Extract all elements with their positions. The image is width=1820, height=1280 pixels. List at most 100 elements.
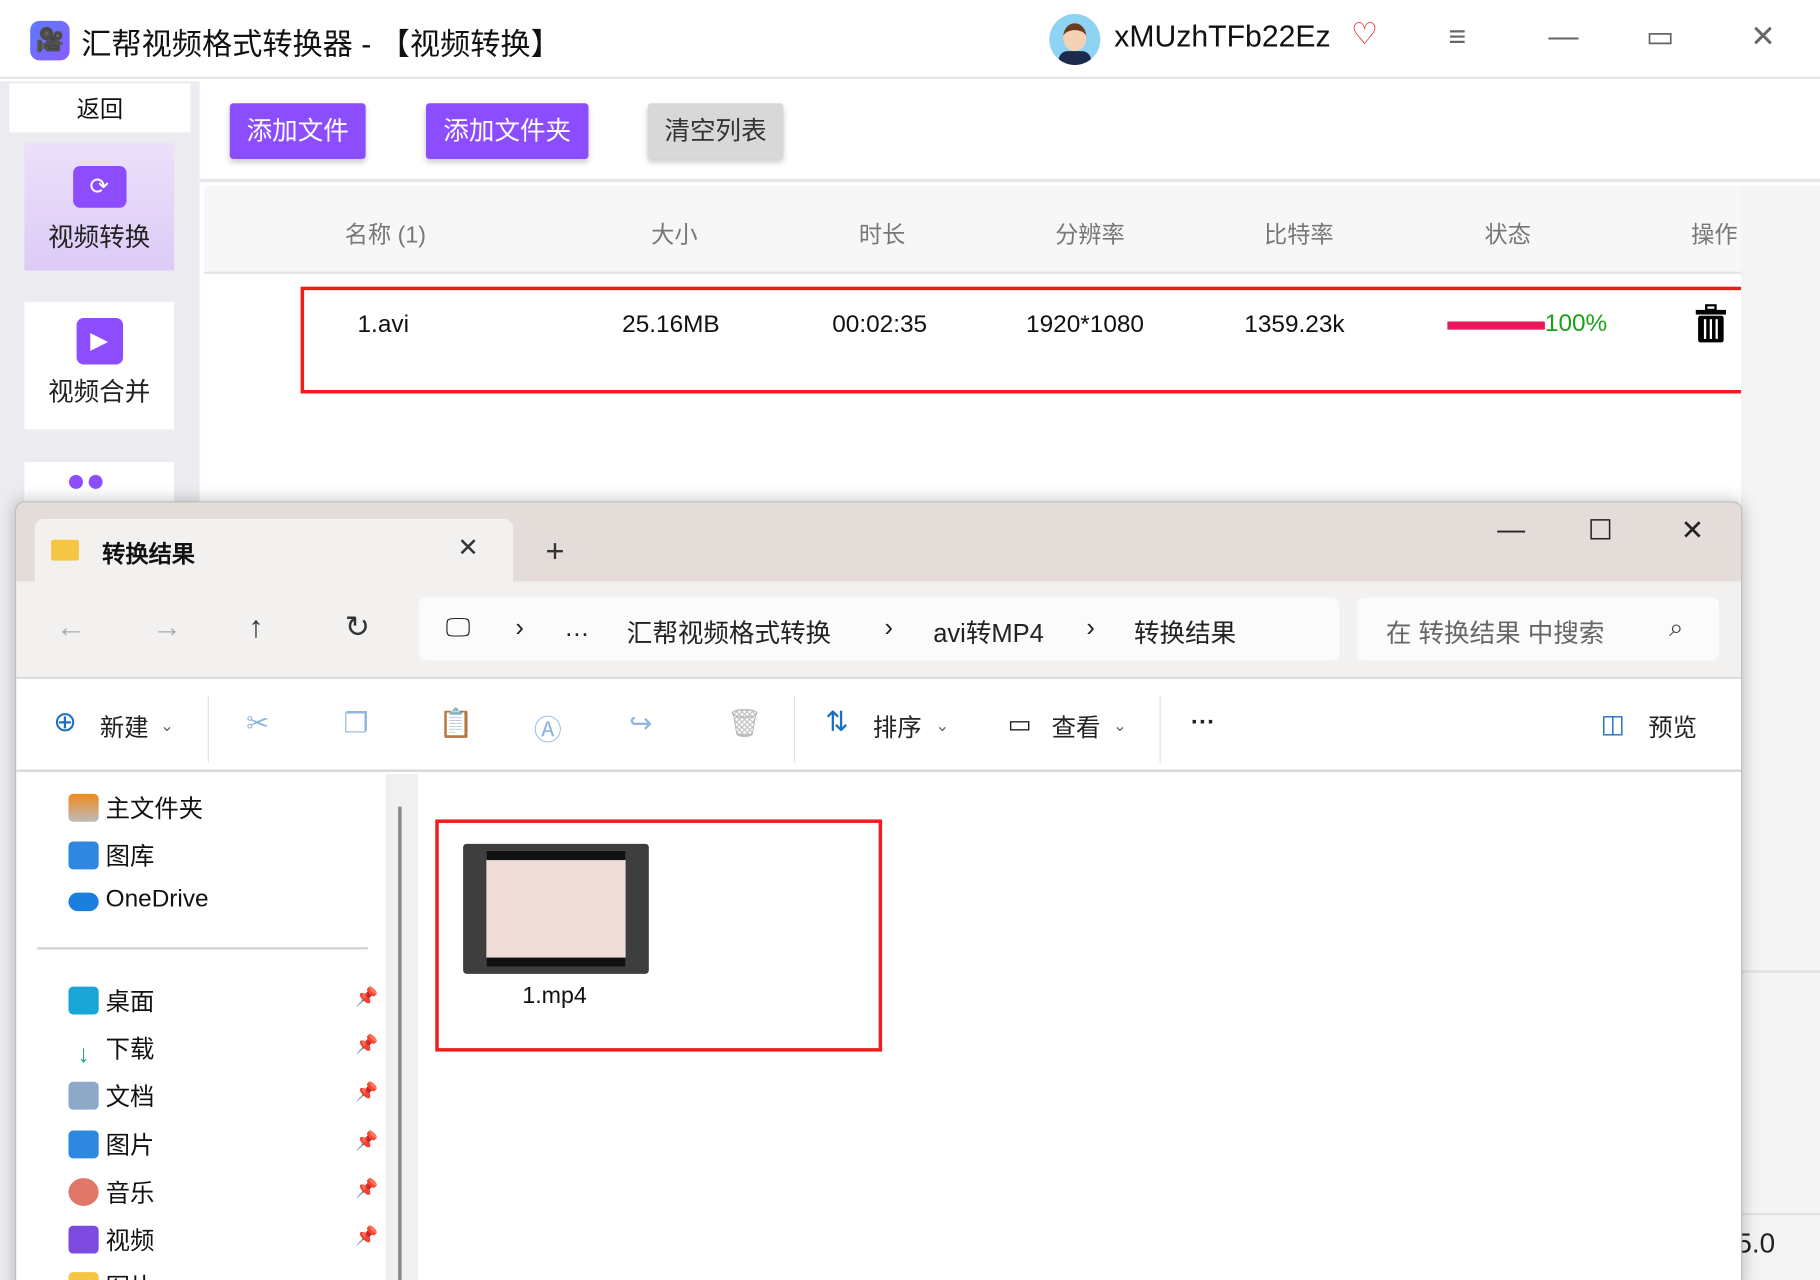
vip-badge-icon[interactable]: ♡ <box>1351 16 1378 52</box>
view-icon: ▭ <box>1007 709 1032 739</box>
file-bitrate: 1359.23k <box>1244 311 1345 338</box>
nav-item-documents[interactable]: 文档 <box>68 1078 154 1113</box>
pin-icon[interactable]: 📌 <box>355 1177 378 1200</box>
nav-item-pictures[interactable]: 图片 <box>68 1127 154 1162</box>
explorer-close-button[interactable]: ✕ <box>1681 514 1704 548</box>
share-icon[interactable]: ↪ <box>629 707 652 741</box>
video-merge-icon: ▶ <box>76 318 123 365</box>
column-duration: 时长 <box>858 222 906 249</box>
nav-item-downloads[interactable]: ↓ 下载 <box>68 1031 154 1069</box>
file-resolution: 1920*1080 <box>1026 311 1144 338</box>
nav-item-label: 图片 <box>106 1274 155 1280</box>
sort-icon: ⇅ <box>825 706 849 739</box>
column-size: 大小 <box>651 222 698 249</box>
explorer-maximize-button[interactable]: ☐ <box>1588 514 1613 548</box>
view-button[interactable]: 查看 <box>1052 709 1101 744</box>
pictures-icon <box>68 1130 99 1159</box>
nav-item-desktop[interactable]: 桌面 <box>68 983 154 1018</box>
back-arrow-icon[interactable]: ← <box>56 609 86 645</box>
computer-icon: 🖵 <box>445 612 471 642</box>
more-options-button[interactable]: ··· <box>1191 709 1215 737</box>
back-button[interactable]: 返回 <box>9 83 191 133</box>
delete-icon[interactable]: 🗑 <box>727 707 762 741</box>
clear-list-button[interactable]: 清空列表 <box>647 103 784 160</box>
divider <box>1159 695 1161 763</box>
breadcrumb-item[interactable]: avi转MP4 <box>933 613 1044 650</box>
breadcrumb-item[interactable]: 汇帮视频格式转换 <box>627 613 831 650</box>
file-item-name[interactable]: 1.mp4 <box>522 983 587 1010</box>
paste-icon[interactable]: 📋 <box>439 707 474 741</box>
sidebar-item-video-convert[interactable]: ⟳ 视频转换 <box>24 142 175 271</box>
home-icon <box>68 793 99 822</box>
copy-icon[interactable]: ❐ <box>344 707 369 741</box>
nav-item-label: 文档 <box>105 1084 155 1111</box>
username[interactable]: xMUzhTFb22Ez <box>1114 19 1330 55</box>
nav-item-pictures-2[interactable]: 图片 <box>68 1269 154 1280</box>
gallery-icon <box>68 841 99 870</box>
close-tab-button[interactable]: ✕ <box>457 533 478 563</box>
scrollbar-thumb[interactable] <box>398 806 402 1280</box>
refresh-icon[interactable]: ↻ <box>345 609 370 645</box>
desktop-icon <box>68 986 99 1015</box>
new-tab-button[interactable]: + <box>546 533 565 570</box>
chevron-down-icon: ⌄ <box>935 716 950 735</box>
cut-icon[interactable]: ✂ <box>246 707 269 741</box>
breadcrumb-more[interactable]: … <box>564 613 590 643</box>
sidebar-item-label: 视频转换 <box>48 222 151 252</box>
divider <box>1741 970 1820 973</box>
delete-icon[interactable] <box>1695 304 1727 343</box>
nav-item-videos[interactable]: 视频 <box>68 1222 154 1257</box>
nav-item-home[interactable]: 主文件夹 <box>68 790 203 825</box>
breadcrumb-item[interactable]: 转换结果 <box>1134 613 1236 650</box>
pin-icon[interactable]: 📌 <box>355 1081 378 1104</box>
column-action: 操作 <box>1691 222 1738 249</box>
nav-item-music[interactable]: 音乐 <box>68 1175 154 1210</box>
folder-icon <box>68 1272 99 1280</box>
file-duration: 00:02:35 <box>832 311 928 338</box>
new-button[interactable]: 新建 <box>100 709 149 744</box>
pin-icon[interactable]: 📌 <box>355 1129 378 1152</box>
up-arrow-icon[interactable]: ↑ <box>248 609 263 645</box>
nav-item-label: OneDrive <box>105 885 209 913</box>
nav-item-label: 图片 <box>105 1132 155 1160</box>
tab-title: 转换结果 <box>102 542 195 568</box>
pin-icon[interactable]: 📌 <box>355 1033 378 1056</box>
pin-icon[interactable]: 📌 <box>355 1225 378 1248</box>
nav-item-label: 主文件夹 <box>105 796 204 823</box>
video-thumbnail <box>486 850 626 967</box>
menu-icon[interactable]: ≡ <box>1449 19 1467 55</box>
nav-item-onedrive[interactable]: OneDrive <box>68 885 209 914</box>
app-title: 汇帮视频格式转换器 - 【视频转换】 <box>81 26 561 62</box>
chevron-right-icon: › <box>884 612 893 642</box>
new-icon: ⊕ <box>53 706 77 739</box>
table-row[interactable] <box>300 286 1757 394</box>
app-content-bg <box>1741 185 1820 1280</box>
add-file-button[interactable]: 添加文件 <box>229 103 366 160</box>
sort-button[interactable]: 排序 <box>873 709 922 744</box>
chevron-right-icon: › <box>1086 612 1095 642</box>
rename-icon[interactable]: Ⓐ <box>534 707 562 748</box>
minimize-button[interactable]: — <box>1548 19 1578 55</box>
music-icon <box>68 1178 99 1206</box>
nav-item-gallery[interactable]: 图库 <box>68 838 154 873</box>
preview-button[interactable]: 预览 <box>1648 709 1697 744</box>
column-name[interactable]: 名称 (1) <box>345 216 426 250</box>
pin-icon[interactable]: 📌 <box>355 985 378 1008</box>
forward-arrow-icon[interactable]: → <box>152 609 182 645</box>
avatar[interactable] <box>1049 13 1101 65</box>
divider <box>37 947 368 950</box>
search-placeholder: 在 转换结果 中搜索 <box>1385 618 1605 648</box>
column-bitrate: 比特率 <box>1264 222 1334 249</box>
search-icon: ⌕ <box>1669 612 1684 642</box>
app-logo-icon: 🎥 <box>30 20 70 61</box>
close-button[interactable]: ✕ <box>1750 19 1775 55</box>
explorer-minimize-button[interactable]: — <box>1497 514 1525 546</box>
maximize-button[interactable]: ▭ <box>1646 19 1675 55</box>
onedrive-icon <box>68 892 99 912</box>
download-icon: ↓ <box>77 1041 90 1068</box>
table-header <box>204 185 1820 274</box>
progress-label: 100% <box>1544 309 1608 337</box>
divider <box>207 695 209 763</box>
add-folder-button[interactable]: 添加文件夹 <box>425 103 589 160</box>
sidebar-item-video-merge[interactable]: ▶ 视频合并 <box>24 301 175 430</box>
